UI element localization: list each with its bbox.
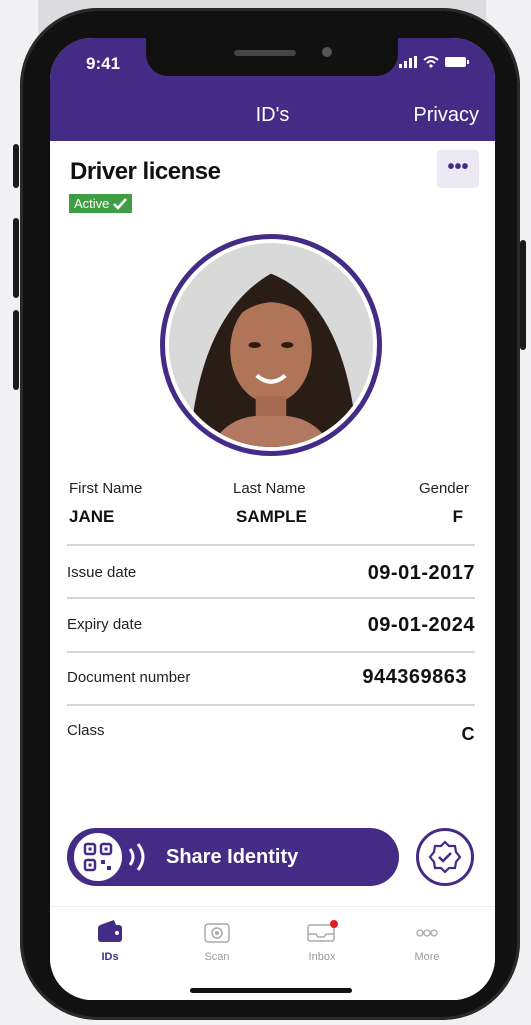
status-time: 9:41 [86,54,121,73]
tab-inbox[interactable]: Inbox [287,919,357,963]
volume-down-button [13,310,19,390]
issue-date-value: 09-01-2017 [367,562,475,584]
verify-button[interactable] [416,828,474,886]
first-name-value: JANE [69,507,115,526]
notch [146,38,398,76]
divider [67,544,475,546]
tab-more-label: More [414,951,440,963]
wifi-icon [423,56,439,68]
divider [67,597,475,599]
tab-bar: IDs Scan Inbox More [50,906,495,1000]
wallet-icon [98,920,122,942]
status-icons [399,56,469,68]
last-name-label: Last Name [233,480,306,497]
status-badge-label: Active [74,196,110,211]
class-value: C [461,724,475,744]
tab-ids[interactable]: IDs [75,919,145,963]
tab-scan-label: Scan [204,951,230,963]
app-header: 9:41 ID's Privacy [50,38,495,141]
status-badge: Active [69,194,133,213]
more-options-button[interactable]: ••• [437,150,479,188]
portrait-image [169,243,373,447]
issue-date-label: Issue date [67,564,137,581]
ellipsis-icon: ••• [447,156,469,178]
expiry-date-label: Expiry date [67,616,143,633]
last-name-value: SAMPLE [236,507,307,526]
profile-photo-frame [160,234,382,456]
tab-more[interactable]: More [392,919,462,963]
mute-switch [13,144,19,188]
battery-icon [445,57,469,67]
share-identity-label: Share Identity [166,845,299,868]
document-title: Driver license [70,158,221,185]
class-label: Class [67,722,105,739]
profile-photo [169,243,373,447]
check-icon [113,197,128,210]
wireless-icon [128,843,145,871]
power-button [520,240,526,350]
speaker [234,50,296,56]
more-icon [416,929,438,937]
divider [67,651,475,653]
tab-scan[interactable]: Scan [182,919,252,963]
inbox-icon [307,920,338,942]
signal-icon [399,56,417,68]
document-number-value: 944369863 [362,666,467,688]
privacy-link[interactable]: Privacy [413,104,479,127]
gender-label: Gender [418,480,469,497]
home-indicator [190,988,352,993]
share-identity-button[interactable]: Share Identity [67,828,399,886]
gender-value: F [452,507,463,526]
document-number-label: Document number [67,669,191,686]
divider [67,704,475,706]
phone-screen: 9:41 ID's Privacy Driver license Active … [50,38,495,1000]
expiry-date-value: 09-01-2024 [367,614,475,636]
verified-badge-icon [428,840,462,874]
first-name-label: First Name [69,480,143,497]
notification-dot [330,920,338,928]
tab-inbox-label: Inbox [308,951,336,963]
front-camera [322,47,332,57]
volume-up-button [13,218,19,298]
qr-code-icon [72,831,124,883]
tab-ids-label: IDs [101,951,119,963]
camera-icon [204,923,230,943]
